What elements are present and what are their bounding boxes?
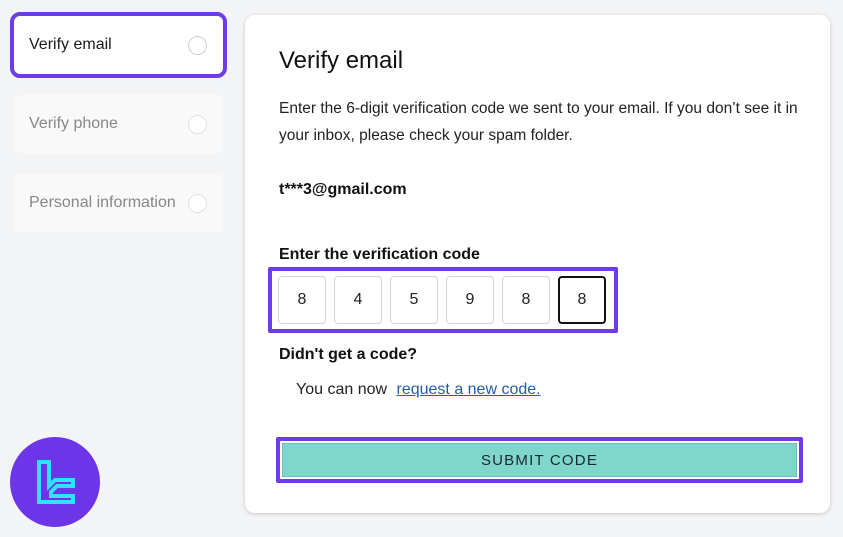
step-status-circle-icon [188, 193, 207, 213]
verification-code-group [268, 267, 618, 333]
step-label: Verify email [29, 36, 112, 53]
code-digit-1-input[interactable] [278, 276, 326, 324]
code-digit-2-input[interactable] [334, 276, 382, 324]
step-status-circle-icon [188, 114, 207, 134]
request-new-code-link[interactable]: request a new code. [397, 381, 541, 398]
code-digit-3-input[interactable] [390, 276, 438, 324]
code-digit-5-input[interactable] [502, 276, 550, 324]
step-status-circle-icon [188, 35, 207, 55]
submit-highlight: SUBMIT CODE [276, 437, 803, 483]
verify-email-card: Verify email Enter the 6-digit verificat… [245, 15, 830, 513]
step-personal-information[interactable]: Personal information [14, 174, 223, 232]
brand-logo-mark-icon [37, 460, 75, 504]
step-verify-phone[interactable]: Verify phone [14, 95, 223, 153]
instruction-text: Enter the 6-digit verification code we s… [279, 100, 798, 144]
resend-line: You can now request a new code. [296, 381, 541, 399]
code-label: Enter the verification code [279, 246, 480, 263]
code-digit-4-input[interactable] [446, 276, 494, 324]
step-label: Verify phone [29, 115, 118, 132]
step-verify-email[interactable]: Verify email [10, 12, 227, 78]
brand-logo-icon [10, 437, 100, 527]
no-code-heading: Didn't get a code? [279, 346, 418, 363]
step-label: Personal information [29, 194, 176, 211]
page-title: Verify email [279, 47, 404, 74]
resend-prefix: You can now [296, 381, 388, 398]
submit-code-button[interactable]: SUBMIT CODE [282, 443, 797, 477]
steps-sidebar: Verify email Verify phone Personal infor… [10, 12, 227, 253]
masked-email: t***3@gmail.com [279, 181, 407, 198]
code-digit-6-input[interactable] [558, 276, 606, 324]
